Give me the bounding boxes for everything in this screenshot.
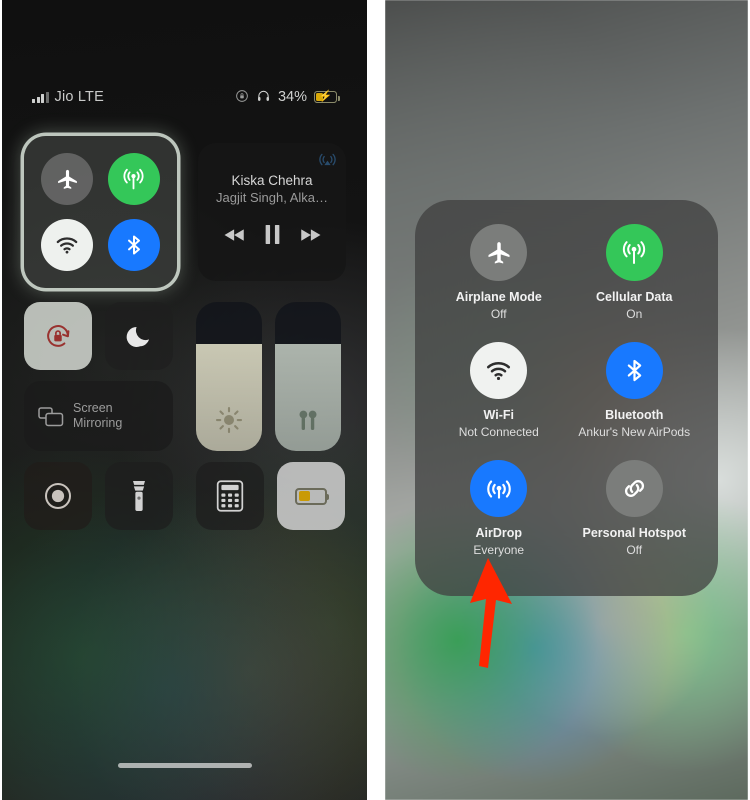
- cellular-icon: [123, 168, 144, 189]
- calculator-icon: [216, 480, 244, 512]
- airplay-audio-icon[interactable]: [318, 151, 337, 175]
- rewind-button[interactable]: [224, 228, 246, 247]
- airplane-icon: [488, 241, 510, 263]
- expanded-airplane-mode[interactable]: Airplane Mode Off: [431, 224, 567, 342]
- cellular-icon-circle[interactable]: [605, 224, 663, 281]
- expanded-item-subtitle: Not Connected: [458, 425, 539, 439]
- airdrop-icon: [486, 479, 511, 499]
- red-up-arrow-icon: [470, 558, 512, 668]
- connectivity-module-highlighted[interactable]: [24, 136, 177, 288]
- screenshot-stage: Jio LTE 34% ⚡ Kiska Chehra Jagjit Singh,…: [0, 0, 750, 800]
- bluetooth-toggle[interactable]: [107, 219, 160, 271]
- wifi-icon: [56, 237, 78, 254]
- carrier-label: Jio LTE: [54, 89, 104, 105]
- airdrop-icon-circle[interactable]: [470, 460, 528, 517]
- airplane-mode-toggle[interactable]: [41, 153, 94, 205]
- expanded-item-title: AirDrop: [475, 526, 523, 540]
- expanded-cellular-data[interactable]: Cellular Data On: [567, 224, 703, 342]
- status-bar: Jio LTE 34% ⚡: [2, 86, 367, 108]
- screen-mirroring-icon: [38, 406, 64, 426]
- expanded-item-title: Personal Hotspot: [582, 526, 687, 540]
- battery-percent-label: 34%: [277, 89, 307, 105]
- expanded-item-title: Cellular Data: [596, 290, 673, 304]
- bluetooth-icon: [127, 235, 140, 255]
- media-artist: Jagjit Singh, Alka…: [215, 190, 328, 205]
- expanded-item-title: Airplane Mode: [455, 290, 542, 304]
- brightness-icon: [196, 405, 262, 435]
- home-indicator: [117, 763, 252, 768]
- left-control-center-panel: Jio LTE 34% ⚡ Kiska Chehra Jagjit Singh,…: [2, 0, 367, 800]
- screen-mirroring-button[interactable]: Screen Mirroring: [24, 381, 173, 451]
- cellular-icon: [623, 240, 646, 264]
- expanded-item-subtitle: Off: [626, 543, 643, 557]
- headphones-icon: [256, 89, 271, 106]
- rotation-lock-icon: [235, 89, 249, 106]
- calculator-button[interactable]: [196, 462, 264, 530]
- bluetooth-icon-circle[interactable]: [605, 342, 663, 399]
- screen-mirroring-label: Screen Mirroring: [73, 401, 123, 430]
- airplane-icon: [57, 169, 77, 189]
- screen-record-toggle[interactable]: [24, 462, 92, 530]
- wifi-icon: [487, 362, 511, 381]
- expanded-item-title: Bluetooth: [605, 408, 664, 422]
- pause-button[interactable]: [265, 225, 280, 249]
- rotation-lock-toggle[interactable]: [24, 302, 92, 370]
- flashlight-icon: [133, 481, 145, 511]
- moon-icon: [126, 326, 149, 347]
- battery-icon: [295, 487, 329, 505]
- cellular-bars-icon: [32, 91, 49, 103]
- rotation-lock-icon: [47, 325, 70, 347]
- cellular-data-toggle[interactable]: [107, 153, 160, 205]
- bluetooth-icon: [627, 359, 641, 382]
- low-power-mode-toggle[interactable]: [277, 462, 345, 530]
- flashlight-toggle[interactable]: [105, 462, 173, 530]
- battery-charging-icon: ⚡: [314, 91, 340, 103]
- wifi-toggle[interactable]: [41, 219, 94, 271]
- expanded-item-subtitle: Off: [490, 307, 507, 321]
- expanded-item-subtitle: Ankur's New AirPods: [578, 425, 691, 439]
- expanded-wifi[interactable]: Wi-Fi Not Connected: [431, 342, 567, 460]
- media-title: Kiska Chehra: [231, 173, 313, 188]
- expanded-connectivity-panel: Airplane Mode Off Cellular Data On Wi-Fi…: [415, 200, 718, 596]
- airpods-icon: [275, 405, 341, 435]
- now-playing-widget[interactable]: Kiska Chehra Jagjit Singh, Alka…: [198, 143, 346, 281]
- expanded-item-title: Wi-Fi: [483, 408, 514, 422]
- brightness-slider[interactable]: [196, 302, 262, 451]
- volume-slider[interactable]: [275, 302, 341, 451]
- right-expanded-panel: Airplane Mode Off Cellular Data On Wi-Fi…: [385, 0, 748, 800]
- wifi-icon-circle[interactable]: [470, 342, 528, 399]
- expanded-personal-hotspot[interactable]: Personal Hotspot Off: [567, 460, 703, 578]
- do-not-disturb-toggle[interactable]: [105, 302, 173, 370]
- fast-forward-button[interactable]: [299, 228, 321, 247]
- expanded-item-subtitle: On: [626, 307, 643, 321]
- expanded-bluetooth[interactable]: Bluetooth Ankur's New AirPods: [567, 342, 703, 460]
- hotspot-icon: [624, 480, 644, 497]
- hotspot-icon-circle[interactable]: [605, 460, 663, 517]
- screen-record-icon: [45, 483, 71, 509]
- airplane-icon-circle[interactable]: [470, 224, 528, 281]
